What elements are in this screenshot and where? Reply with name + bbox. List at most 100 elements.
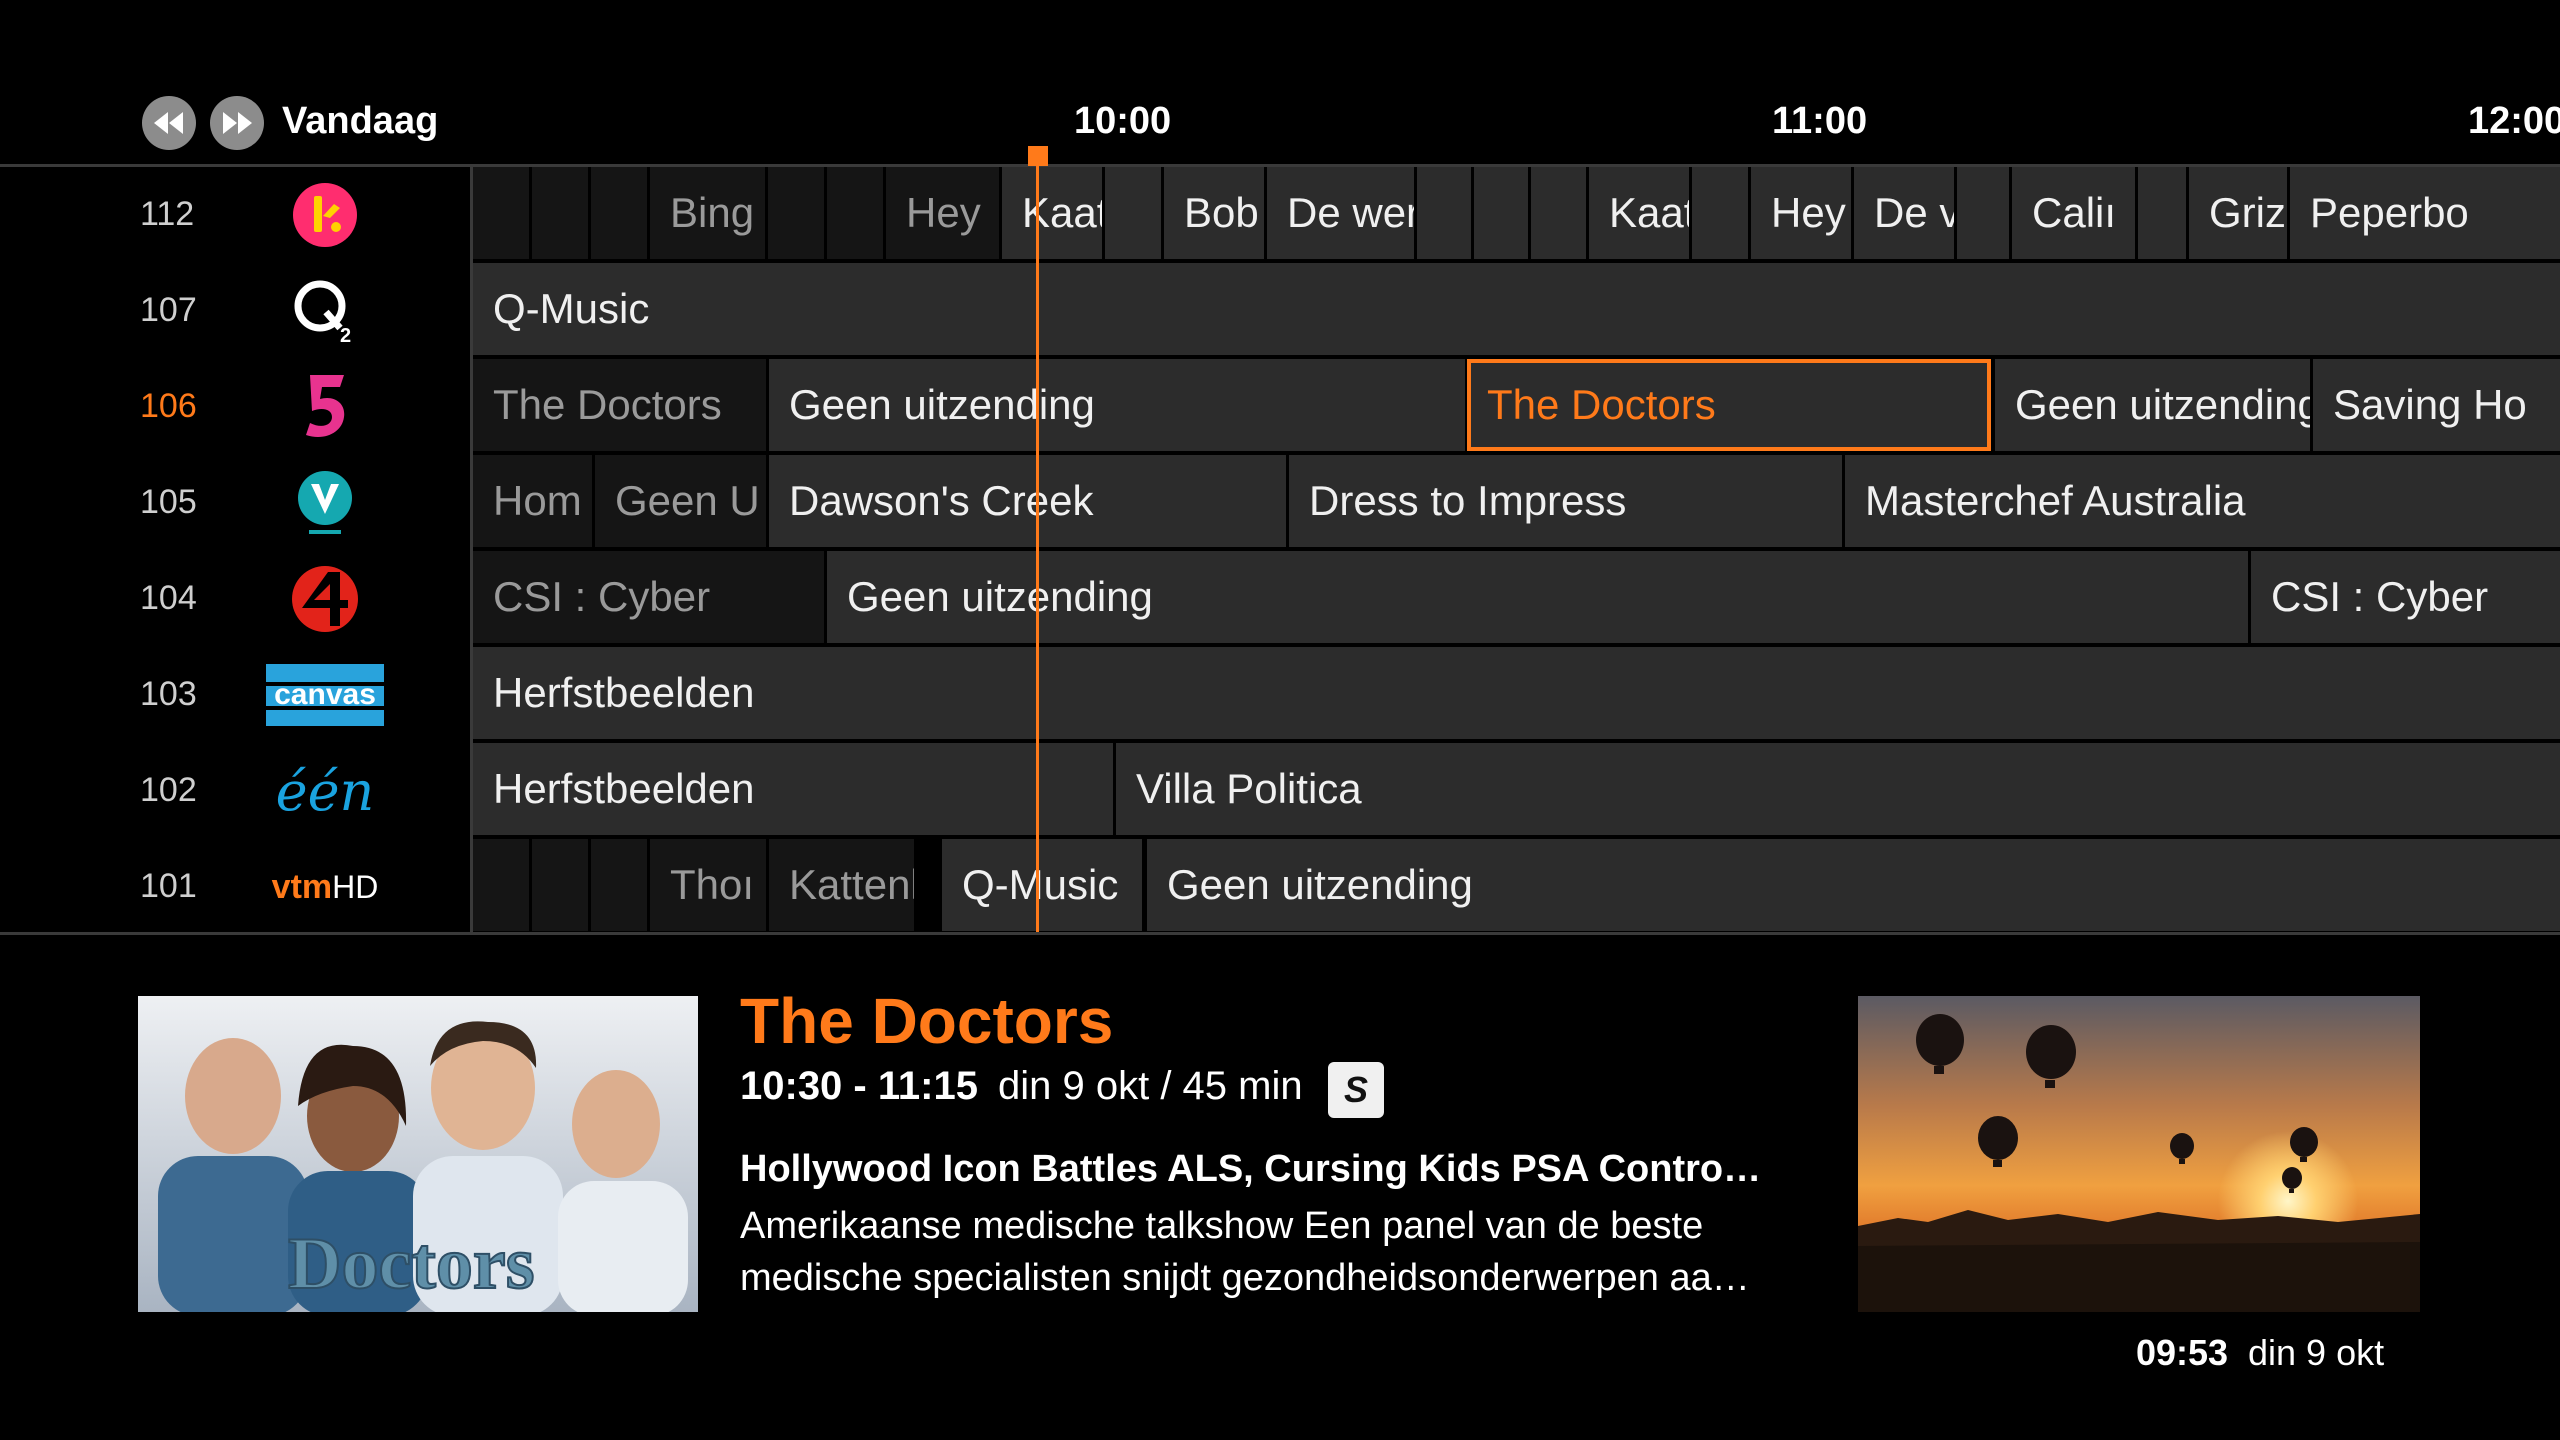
channel-number: 112 [140,195,195,233]
grid-row-105: Hom Geen U Dawson's Creek Dress to Impre… [473,455,2560,547]
channel-number: 107 [140,291,197,329]
program-cell[interactable] [591,167,647,259]
program-cell[interactable] [768,167,824,259]
channel-number: 105 [140,483,197,521]
canvas-logo-text: canvas [274,678,376,711]
program-cell[interactable]: Hey [886,167,999,259]
program-cell[interactable]: Masterchef Australia [1845,455,2560,547]
clock-date: din 9 okt [2248,1332,2385,1373]
channel-list: 112 107 2 106 105 104 103 canvas 102 één… [0,167,470,933]
program-cell[interactable]: CSI : Cyber [2251,551,2560,643]
epg-header: Vandaag 10:00 11:00 12:00 [0,0,2560,167]
vtm-logo-text: vtm [271,867,333,906]
channel-number: 104 [140,579,197,617]
q2-logo: 2 [262,275,388,347]
program-cell[interactable] [1105,167,1161,259]
program-cell[interactable]: Hom [473,455,592,547]
program-grid: Bing Hey Kaat Bob De wer Kaat Hey De v C… [473,167,2560,933]
program-cell[interactable]: Q-Music [473,263,2560,355]
program-cell[interactable]: Q-Music [942,839,1142,931]
grid-row-101: Thoı Kattenl Q-Music Geen uitzending [473,839,2560,931]
program-cell[interactable]: CSI : Cyber [473,551,824,643]
live-preview-thumbnail[interactable] [1858,996,2420,1312]
program-cell[interactable]: Kattenl [769,839,914,931]
een-logo-text: één [275,759,375,823]
program-cell[interactable] [827,167,883,259]
program-cell[interactable]: Villa Politica [1116,743,2560,835]
program-cell[interactable] [1957,167,2009,259]
program-cell[interactable]: The Doctors [473,359,766,451]
program-cell[interactable]: Thoı [650,839,766,931]
program-time: 10:30 - 11:15 [740,1064,978,1108]
channel-number: 106 [140,387,197,425]
channel-number: 103 [140,675,197,713]
program-cell[interactable]: De v [1854,167,1954,259]
een-logo: één [262,755,388,827]
program-cell[interactable]: Griz [2189,167,2287,259]
time-label-11: 11:00 [1772,100,1868,142]
program-cell[interactable]: Geen uitzending [769,359,1465,451]
time-label-10: 10:00 [1074,100,1172,142]
program-cell[interactable] [1692,167,1748,259]
channel-row-112[interactable]: 112 [0,167,470,263]
program-cell[interactable] [532,839,588,931]
clock-time: 09:53 [2136,1332,2229,1373]
time-label-12: 12:00 [2468,100,2560,142]
vier-logo [262,563,388,635]
canvas-logo: canvas [262,659,388,731]
channel-row-104[interactable]: 104 [0,551,470,647]
program-cell[interactable]: Herfstbeelden [473,743,1113,835]
program-poster: Doctors [138,996,698,1312]
program-cell[interactable]: Bob [1164,167,1264,259]
fast-forward-icon [223,112,252,134]
channel-row-103[interactable]: 103 canvas [0,647,470,743]
vtm-hd-logo: vtm HD [262,851,388,923]
program-cell[interactable] [1474,167,1528,259]
program-cell[interactable]: Geen uitzending [1995,359,2310,451]
rewind-icon [154,112,183,134]
program-cell[interactable] [1417,167,1471,259]
program-cell[interactable]: Geen uitzending [1147,839,2560,931]
program-cell[interactable] [2138,167,2186,259]
channel-row-102[interactable]: 102 één [0,743,470,839]
grid-bottom-divider [0,932,2560,935]
program-cell[interactable]: Saving Ho [2313,359,2560,451]
channel-number: 102 [140,771,197,809]
program-cell[interactable]: Kaat [1589,167,1689,259]
program-cell[interactable] [473,839,529,931]
program-cell[interactable]: Kaat [1002,167,1102,259]
grid-row-106: The Doctors Geen uitzending The Doctors … [473,359,2560,451]
program-cell[interactable] [591,839,647,931]
fast-forward-button[interactable] [210,96,264,150]
program-cell[interactable]: Caliı [2012,167,2135,259]
program-cell[interactable]: Geen uitzending [827,551,2248,643]
program-cell[interactable]: Geen U [595,455,766,547]
program-title: The Doctors [740,985,1114,1057]
program-cell[interactable]: Dawson's Creek [769,455,1286,547]
program-cell[interactable]: Herfstbeelden [473,647,2560,739]
program-cell[interactable]: Bing [650,167,765,259]
hd-logo-text: HD [332,868,379,905]
program-cell[interactable]: De wer [1267,167,1414,259]
program-cell[interactable]: Dress to Impress [1289,455,1842,547]
grid-row-103: Herfstbeelden [473,647,2560,739]
program-date-duration: din 9 okt / 45 min [998,1064,1303,1108]
vijf-logo [262,371,388,443]
channel-row-106[interactable]: 106 [0,359,470,455]
poster-title-text: Doctors [288,1223,535,1305]
channel-row-101[interactable]: 101 vtm HD [0,839,470,935]
program-cell[interactable] [532,167,588,259]
channel-row-105[interactable]: 105 [0,455,470,551]
grid-row-107: Q-Music [473,263,2560,355]
current-time-line [1036,160,1039,934]
day-label[interactable]: Vandaag [282,100,438,143]
channel-row-107[interactable]: 107 2 [0,263,470,359]
episode-title: Hollywood Icon Battles ALS, Cursing Kids… [740,1148,1762,1190]
program-cell[interactable] [473,167,529,259]
program-cell[interactable] [1531,167,1586,259]
grid-row-104: CSI : Cyber Geen uitzending CSI : Cyber [473,551,2560,643]
rewind-button[interactable] [142,96,196,150]
program-cell-selected[interactable]: The Doctors [1467,359,1991,451]
program-cell[interactable]: Hey [1751,167,1851,259]
program-cell[interactable]: Peperbo [2290,167,2560,259]
